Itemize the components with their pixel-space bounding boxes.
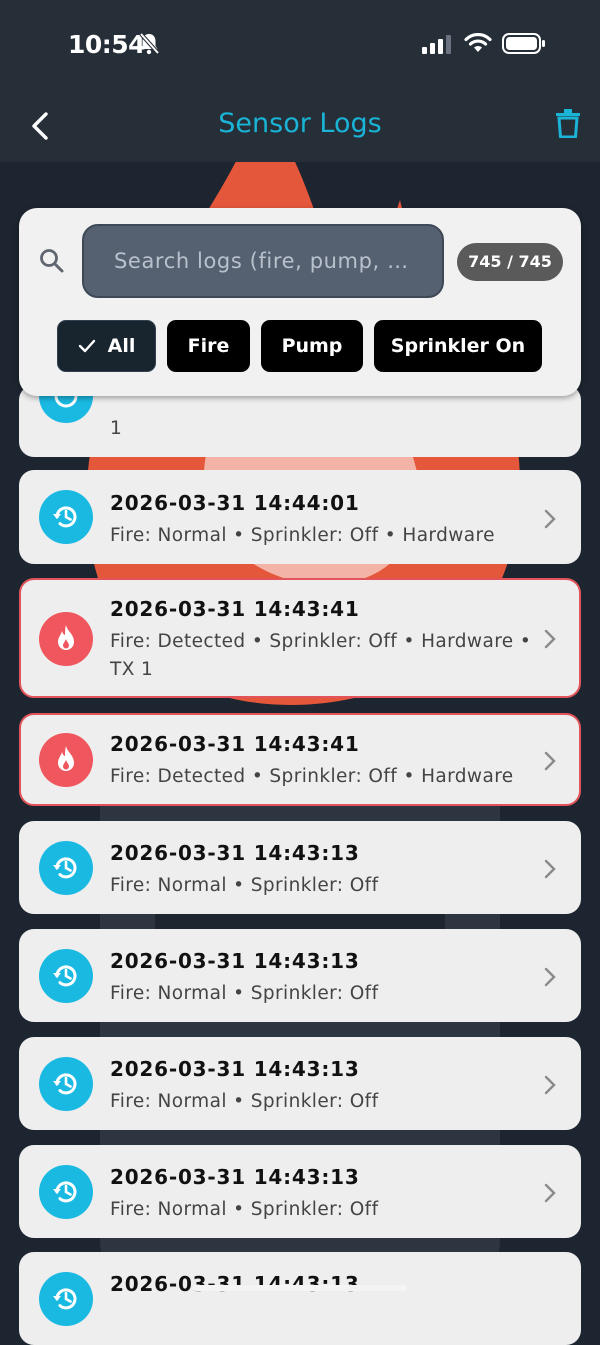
log-timestamp: 2026-03-31 14:44:01 xyxy=(110,491,360,515)
log-detail: Fire: Normal • Sprinkler: Off xyxy=(110,1091,379,1112)
cellular-signal-icon xyxy=(422,34,451,54)
status-time: 10:54 xyxy=(68,30,146,59)
log-detail: Fire: Normal • Sprinkler: Off xyxy=(110,983,379,1004)
status-bar: 10:54 xyxy=(0,0,600,90)
log-timestamp: 2026-03-31 14:43:13 xyxy=(110,1165,360,1189)
log-timestamp: 2026-03-31 14:43:13 xyxy=(110,841,360,865)
history-icon xyxy=(53,506,77,528)
log-list-item[interactable]: 2026-03-31 14:43:13 Fire: Normal • Sprin… xyxy=(19,929,581,1022)
log-list-item[interactable]: 2026-03-31 14:44:01 Fire: Normal • Sprin… xyxy=(19,470,581,564)
log-timestamp: 2026-03-31 14:43:41 xyxy=(110,732,360,756)
log-type-badge xyxy=(39,733,93,787)
log-type-badge xyxy=(39,1165,93,1219)
chevron-right-icon xyxy=(544,751,556,771)
log-type-badge xyxy=(39,1057,93,1111)
log-list-item[interactable]: 2026-03-31 14:43:13 Fire: Normal • Sprin… xyxy=(19,821,581,914)
history-icon xyxy=(53,965,77,987)
log-detail-line1: Fire: Detected • Sprinkler: Off • Hardwa… xyxy=(110,631,532,652)
flame-icon xyxy=(58,746,74,771)
history-icon xyxy=(53,857,77,879)
log-list-item[interactable]: 2026-03-31 14:43:13 Fire: Normal • Sprin… xyxy=(19,1037,581,1130)
history-icon xyxy=(53,1181,77,1203)
history-icon xyxy=(53,1073,77,1095)
log-type-badge xyxy=(39,841,93,895)
log-type-badge xyxy=(39,490,93,544)
log-timestamp: 2026-03-31 14:43:13 xyxy=(110,1272,360,1296)
filter-chip-all[interactable]: All xyxy=(57,320,156,372)
log-count-badge: 745 / 745 xyxy=(457,243,563,281)
bell-slash-icon xyxy=(139,32,160,55)
filter-chips: All Fire Pump Sprinkler On xyxy=(57,320,542,372)
log-detail: 1 xyxy=(110,418,123,439)
search-icon xyxy=(40,249,64,273)
chevron-right-icon xyxy=(544,629,556,649)
log-detail: Fire: Normal • Sprinkler: Off • Hardware xyxy=(110,525,495,546)
chevron-right-icon xyxy=(544,967,556,987)
nav-bar: Sensor Logs xyxy=(0,90,600,162)
chevron-right-icon xyxy=(544,509,556,529)
log-type-badge xyxy=(39,1272,93,1326)
filter-chip-label: All xyxy=(107,335,136,357)
search-input[interactable]: Search logs (fire, pump, t... xyxy=(82,224,444,298)
chevron-right-icon xyxy=(544,1183,556,1203)
history-icon xyxy=(53,1288,77,1310)
log-type-badge xyxy=(39,612,93,666)
check-icon xyxy=(78,339,95,353)
log-detail: Fire: Normal • Sprinkler: Off xyxy=(110,1199,379,1220)
home-indicator[interactable] xyxy=(193,1285,407,1291)
log-timestamp: 2026-03-31 14:43:13 xyxy=(110,1057,360,1081)
log-list-item[interactable]: 2026-03-31 14:43:13 xyxy=(19,1252,581,1345)
log-list-item[interactable]: 2026-03-31 14:43:41 Fire: Detected • Spr… xyxy=(19,578,581,698)
wifi-icon xyxy=(464,33,492,52)
log-type-badge xyxy=(39,949,93,1003)
filter-chip-label: Fire xyxy=(187,335,230,357)
log-detail-line2: TX 1 xyxy=(110,659,154,680)
chevron-right-icon xyxy=(544,859,556,879)
trash-icon[interactable] xyxy=(556,108,580,138)
flame-icon xyxy=(58,625,74,650)
filter-chip-sprinkler-on[interactable]: Sprinkler On xyxy=(374,320,542,372)
log-timestamp: 2026-03-31 14:43:41 xyxy=(110,597,360,621)
chevron-right-icon xyxy=(544,1075,556,1095)
page-title: Sensor Logs xyxy=(218,108,382,139)
log-detail: Fire: Detected • Sprinkler: Off • Hardwa… xyxy=(110,766,514,787)
filter-chip-label: Pump xyxy=(281,335,343,357)
search-filter-panel: Search logs (fire, pump, t... 745 / 745 … xyxy=(19,208,581,396)
log-timestamp: 2026-03-31 14:43:13 xyxy=(110,949,360,973)
filter-chip-label: Sprinkler On xyxy=(390,335,526,357)
battery-icon xyxy=(502,33,545,54)
filter-chip-pump[interactable]: Pump xyxy=(261,320,363,372)
log-list-item[interactable]: 2026-03-31 14:43:13 Fire: Normal • Sprin… xyxy=(19,1145,581,1238)
log-detail: Fire: Normal • Sprinkler: Off xyxy=(110,875,379,896)
filter-chip-fire[interactable]: Fire xyxy=(167,320,250,372)
log-list-item[interactable]: 2026-03-31 14:43:41 Fire: Detected • Spr… xyxy=(19,713,581,806)
